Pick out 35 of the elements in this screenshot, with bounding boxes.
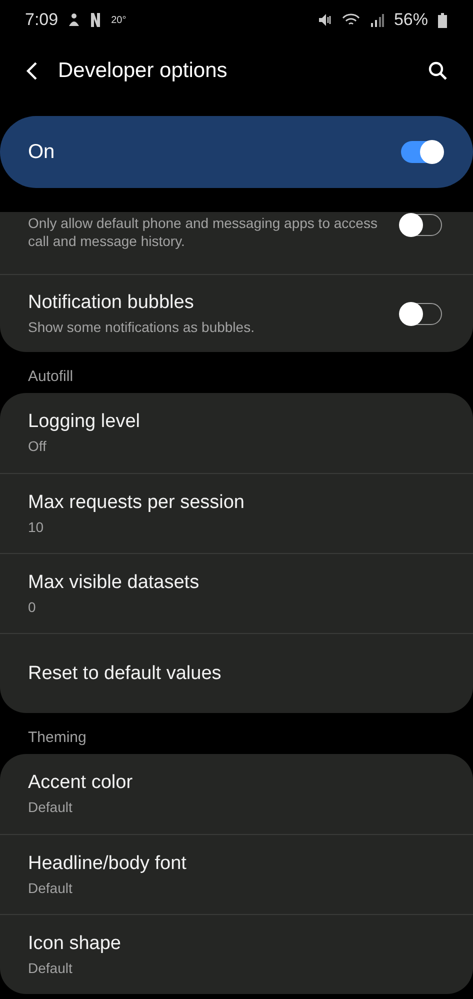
mute-icon — [318, 13, 332, 27]
search-icon[interactable] — [428, 61, 448, 81]
back-icon[interactable] — [26, 61, 38, 81]
toggle-switch[interactable] — [400, 214, 442, 236]
setting-title[interactable]: Max visible datasets — [28, 572, 442, 594]
master-switch-label: On — [28, 140, 56, 164]
setting-value: 0 — [28, 598, 37, 616]
toggle-switch[interactable] — [401, 141, 443, 163]
setting-description: Only allow default phone and messaging apps to access call and message history. — [28, 214, 378, 250]
letter-n-icon — [90, 12, 102, 28]
setting-title[interactable]: Reset to default values — [28, 662, 442, 684]
setting-value: Default — [28, 958, 74, 976]
setting-title[interactable]: Headline/body font — [28, 852, 442, 874]
section-heading: Autofill — [27, 367, 74, 387]
section-heading: Theming — [27, 728, 88, 748]
setting-description: Show some notifications as bubbles. — [28, 318, 256, 336]
setting-title[interactable]: Icon shape — [28, 932, 442, 954]
setting-value: Off — [28, 437, 48, 455]
setting-title[interactable]: Logging level — [28, 411, 442, 433]
setting-title: Notification bubbles — [28, 292, 195, 314]
page-title: Developer options — [58, 59, 228, 83]
figure-icon — [68, 13, 80, 27]
battery-percent: 56% — [394, 10, 428, 30]
setting-value: Default — [28, 798, 74, 816]
signal-icon — [370, 13, 384, 27]
temperature-text: 20° — [111, 14, 126, 26]
wifi-icon — [342, 13, 360, 27]
status-time: 7:09 — [25, 10, 58, 30]
battery-icon — [438, 12, 447, 28]
toggle-switch[interactable] — [400, 302, 442, 324]
setting-value: Default — [28, 878, 74, 896]
setting-title[interactable]: Max requests per session — [28, 492, 442, 514]
setting-title[interactable]: Accent color — [28, 772, 442, 794]
setting-value: 10 — [28, 518, 45, 536]
master-switch-bar[interactable]: On — [0, 116, 473, 188]
